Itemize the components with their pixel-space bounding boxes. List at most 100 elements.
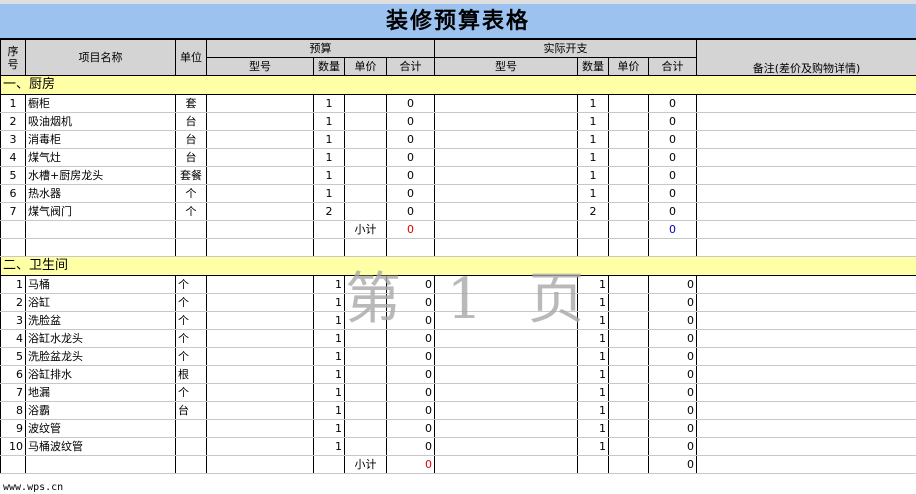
row-budget-model[interactable] (206, 202, 314, 221)
subtotal-label[interactable]: 小计 (344, 455, 387, 474)
row-seq[interactable]: 7 (0, 383, 26, 402)
row-seq[interactable]: 3 (0, 130, 26, 149)
header-budget-qty[interactable]: 数量 (313, 57, 345, 76)
header-budget[interactable]: 预算 (206, 39, 435, 58)
row-actual-qty[interactable]: 1 (577, 130, 609, 149)
row-actual-qty[interactable]: 1 (577, 148, 609, 167)
subtotal-blank[interactable] (696, 455, 916, 474)
row-actual-total[interactable]: 0 (648, 401, 697, 420)
empty-cell[interactable] (206, 238, 314, 257)
row-budget-total[interactable]: 0 (386, 94, 435, 113)
subtotal-label[interactable]: 小计 (344, 220, 387, 239)
subtotal-blank[interactable] (577, 220, 609, 239)
row-actual-price[interactable] (608, 130, 649, 149)
row-budget-qty[interactable]: 1 (313, 401, 345, 420)
header-unit[interactable]: 单位 (175, 39, 207, 76)
actual-subtotal[interactable]: 0 (648, 455, 697, 474)
row-actual-qty[interactable]: 1 (577, 112, 609, 131)
row-actual-total[interactable]: 0 (648, 148, 697, 167)
row-item-name[interactable]: 浴缸排水 (25, 365, 176, 384)
row-actual-qty[interactable]: 1 (577, 166, 609, 185)
row-note[interactable] (696, 166, 916, 185)
actual-subtotal[interactable]: 0 (648, 220, 697, 239)
row-actual-qty[interactable]: 1 (577, 329, 609, 348)
empty-cell[interactable] (386, 238, 435, 257)
row-note[interactable] (696, 329, 916, 348)
row-actual-total[interactable]: 0 (648, 419, 697, 438)
row-actual-qty[interactable]: 1 (577, 275, 609, 294)
row-budget-price[interactable] (344, 184, 387, 203)
row-budget-qty[interactable]: 1 (313, 329, 345, 348)
subtotal-blank[interactable] (313, 455, 345, 474)
row-note[interactable] (696, 130, 916, 149)
row-actual-qty[interactable]: 1 (577, 365, 609, 384)
row-item-name[interactable]: 浴缸水龙头 (25, 329, 176, 348)
empty-cell[interactable] (648, 238, 697, 257)
row-actual-qty[interactable]: 2 (577, 202, 609, 221)
subtotal-blank[interactable] (608, 220, 649, 239)
row-note[interactable] (696, 184, 916, 203)
row-item-name[interactable]: 煤气灶 (25, 148, 176, 167)
row-actual-price[interactable] (608, 112, 649, 131)
row-actual-total[interactable]: 0 (648, 130, 697, 149)
row-unit[interactable]: 套餐 (175, 166, 207, 185)
row-actual-model[interactable] (434, 437, 578, 456)
row-budget-qty[interactable]: 1 (313, 347, 345, 366)
row-budget-qty[interactable]: 1 (313, 419, 345, 438)
row-seq[interactable]: 4 (0, 329, 26, 348)
row-budget-qty[interactable]: 1 (313, 383, 345, 402)
budget-subtotal[interactable]: 0 (386, 220, 435, 239)
row-seq[interactable]: 10 (0, 437, 26, 456)
row-actual-total[interactable]: 0 (648, 275, 697, 294)
row-seq[interactable]: 3 (0, 311, 26, 330)
row-actual-total[interactable]: 0 (648, 184, 697, 203)
row-budget-total[interactable]: 0 (386, 401, 435, 420)
empty-cell[interactable] (344, 238, 387, 257)
row-seq[interactable]: 6 (0, 365, 26, 384)
row-budget-qty[interactable]: 1 (313, 184, 345, 203)
row-budget-qty[interactable]: 1 (313, 130, 345, 149)
row-actual-price[interactable] (608, 437, 649, 456)
row-actual-model[interactable] (434, 202, 578, 221)
row-budget-model[interactable] (206, 311, 314, 330)
empty-cell[interactable] (434, 238, 578, 257)
row-actual-total[interactable]: 0 (648, 94, 697, 113)
empty-cell[interactable] (696, 238, 916, 257)
row-unit[interactable]: 个 (175, 311, 207, 330)
header-item[interactable]: 项目名称 (25, 39, 176, 76)
subtotal-blank[interactable] (313, 220, 345, 239)
row-item-name[interactable]: 马桶 (25, 275, 176, 294)
row-budget-price[interactable] (344, 437, 387, 456)
row-seq[interactable]: 5 (0, 166, 26, 185)
row-unit[interactable] (175, 437, 207, 456)
section-title[interactable]: 一、厨房 (0, 75, 916, 95)
row-budget-total[interactable]: 0 (386, 383, 435, 402)
row-seq[interactable]: 7 (0, 202, 26, 221)
row-unit[interactable]: 台 (175, 112, 207, 131)
row-actual-model[interactable] (434, 347, 578, 366)
row-budget-price[interactable] (344, 166, 387, 185)
row-budget-price[interactable] (344, 112, 387, 131)
subtotal-blank[interactable] (0, 220, 26, 239)
header-actual-total[interactable]: 合计 (648, 57, 697, 76)
row-seq[interactable]: 5 (0, 347, 26, 366)
row-actual-total[interactable]: 0 (648, 347, 697, 366)
row-actual-total[interactable]: 0 (648, 437, 697, 456)
row-item-name[interactable]: 橱柜 (25, 94, 176, 113)
row-note[interactable] (696, 401, 916, 420)
row-actual-qty[interactable]: 1 (577, 419, 609, 438)
row-budget-price[interactable] (344, 419, 387, 438)
row-budget-model[interactable] (206, 329, 314, 348)
row-seq[interactable]: 8 (0, 401, 26, 420)
header-actual-qty[interactable]: 数量 (577, 57, 609, 76)
subtotal-blank[interactable] (206, 455, 314, 474)
row-budget-qty[interactable]: 1 (313, 166, 345, 185)
row-actual-price[interactable] (608, 94, 649, 113)
row-unit[interactable]: 台 (175, 401, 207, 420)
row-item-name[interactable]: 吸油烟机 (25, 112, 176, 131)
row-actual-price[interactable] (608, 329, 649, 348)
row-item-name[interactable]: 波纹管 (25, 419, 176, 438)
row-budget-qty[interactable]: 1 (313, 148, 345, 167)
row-budget-model[interactable] (206, 275, 314, 294)
row-note[interactable] (696, 148, 916, 167)
